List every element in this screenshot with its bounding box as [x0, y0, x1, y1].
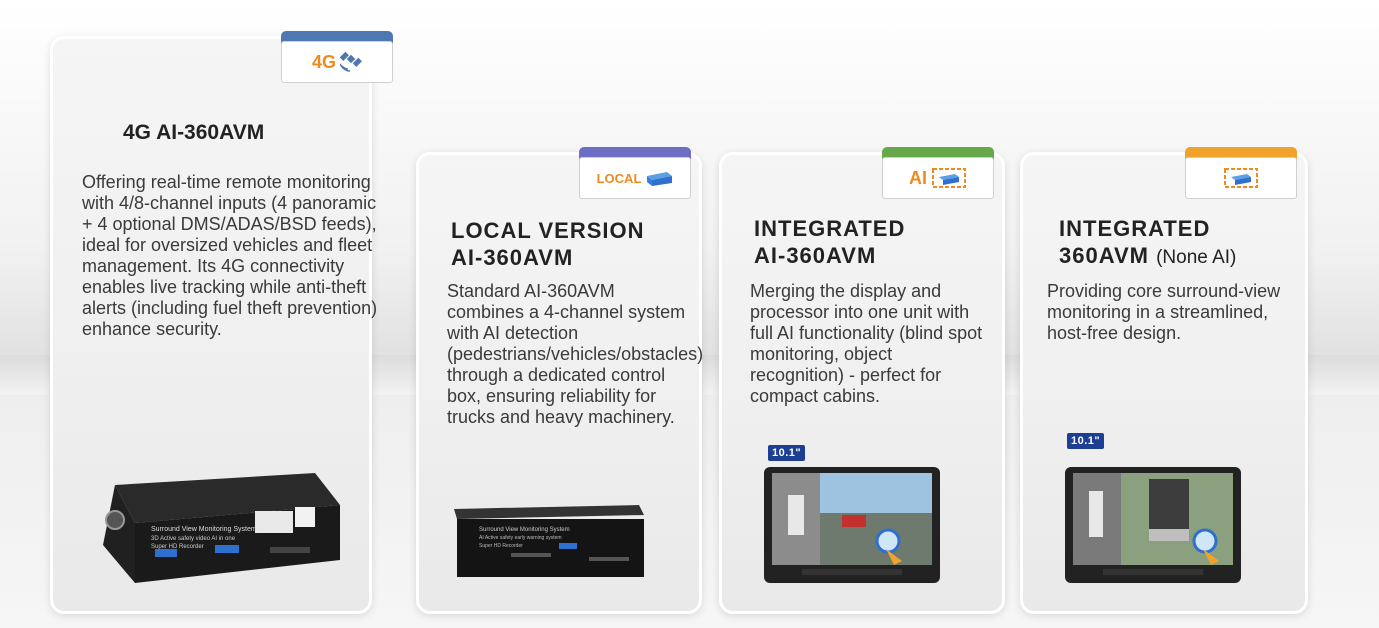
ai-chip-icon — [932, 168, 966, 188]
device-line-3: Super HD Recorder — [151, 544, 204, 550]
device-line-3: Super HD Recorder — [479, 543, 523, 549]
tab-local: LOCAL — [579, 147, 691, 199]
device-line-2: 3D Active safety video AI in one — [151, 536, 236, 542]
monitor-image — [1065, 467, 1241, 583]
card-description: Standard AI-360AVM combines a 4-channel … — [447, 281, 704, 427]
card-4g-ai-360avm[interactable]: 4G 4G AI-360AVM Offering real-time remot… — [50, 31, 393, 614]
card-description: Providing core surround-view monitoring … — [1047, 281, 1281, 343]
card-title-suffix: (None AI) — [1156, 247, 1237, 268]
card-title-line-1: INTEGRATED — [754, 216, 906, 241]
tab-none-ai — [1185, 147, 1297, 199]
device-line-1: Surround View Monitoring System — [479, 527, 570, 533]
tab-ai: AI — [882, 147, 994, 199]
tab-4g: 4G — [281, 31, 393, 83]
tab-label-ai: AI — [909, 167, 927, 188]
satellite-icon — [340, 52, 362, 72]
device-line-2: AI Active safety early warning system — [479, 535, 562, 541]
card-title-line-2: 360AVM (None AI) — [1059, 242, 1236, 271]
chip-icon — [1224, 168, 1258, 188]
card-integrated-none-ai[interactable]: INTEGRATED 360AVM (None AI) Providing co… — [1020, 147, 1308, 614]
tab-label-local: LOCAL — [596, 170, 642, 186]
card-title-line-2: AI-360AVM — [451, 245, 574, 270]
card-local-version[interactable]: LOCAL LOCAL VERSION AI-360AVM Standard A… — [416, 147, 704, 614]
device-line-1: Surround View Monitoring System — [151, 526, 257, 533]
card-title-line-1: INTEGRATED — [1059, 216, 1211, 241]
card-title-line-2: AI-360AVM — [754, 243, 877, 268]
tab-label-4g: 4G — [311, 51, 336, 72]
card-integrated-ai[interactable]: AI INTEGRATED AI-360AVM Merging the disp… — [719, 147, 1005, 614]
card-title: 4G AI-360AVM — [123, 121, 265, 144]
card-title-model: 360AVM — [1059, 243, 1149, 268]
control-box-icon — [647, 172, 673, 186]
recorder-box-image: Surround View Monitoring System 3D Activ… — [103, 473, 340, 583]
monitor-image — [764, 467, 940, 583]
screen-size-badge: 10.1" — [1067, 433, 1105, 449]
card-description: Merging the display and processor into o… — [750, 281, 983, 406]
control-box-image: Surround View Monitoring System AI Activ… — [454, 505, 644, 577]
card-description: Offering real-time remote monitoring wit… — [82, 172, 378, 339]
card-title-line-1: LOCAL VERSION — [451, 218, 645, 243]
screen-size-badge: 10.1" — [768, 445, 806, 461]
